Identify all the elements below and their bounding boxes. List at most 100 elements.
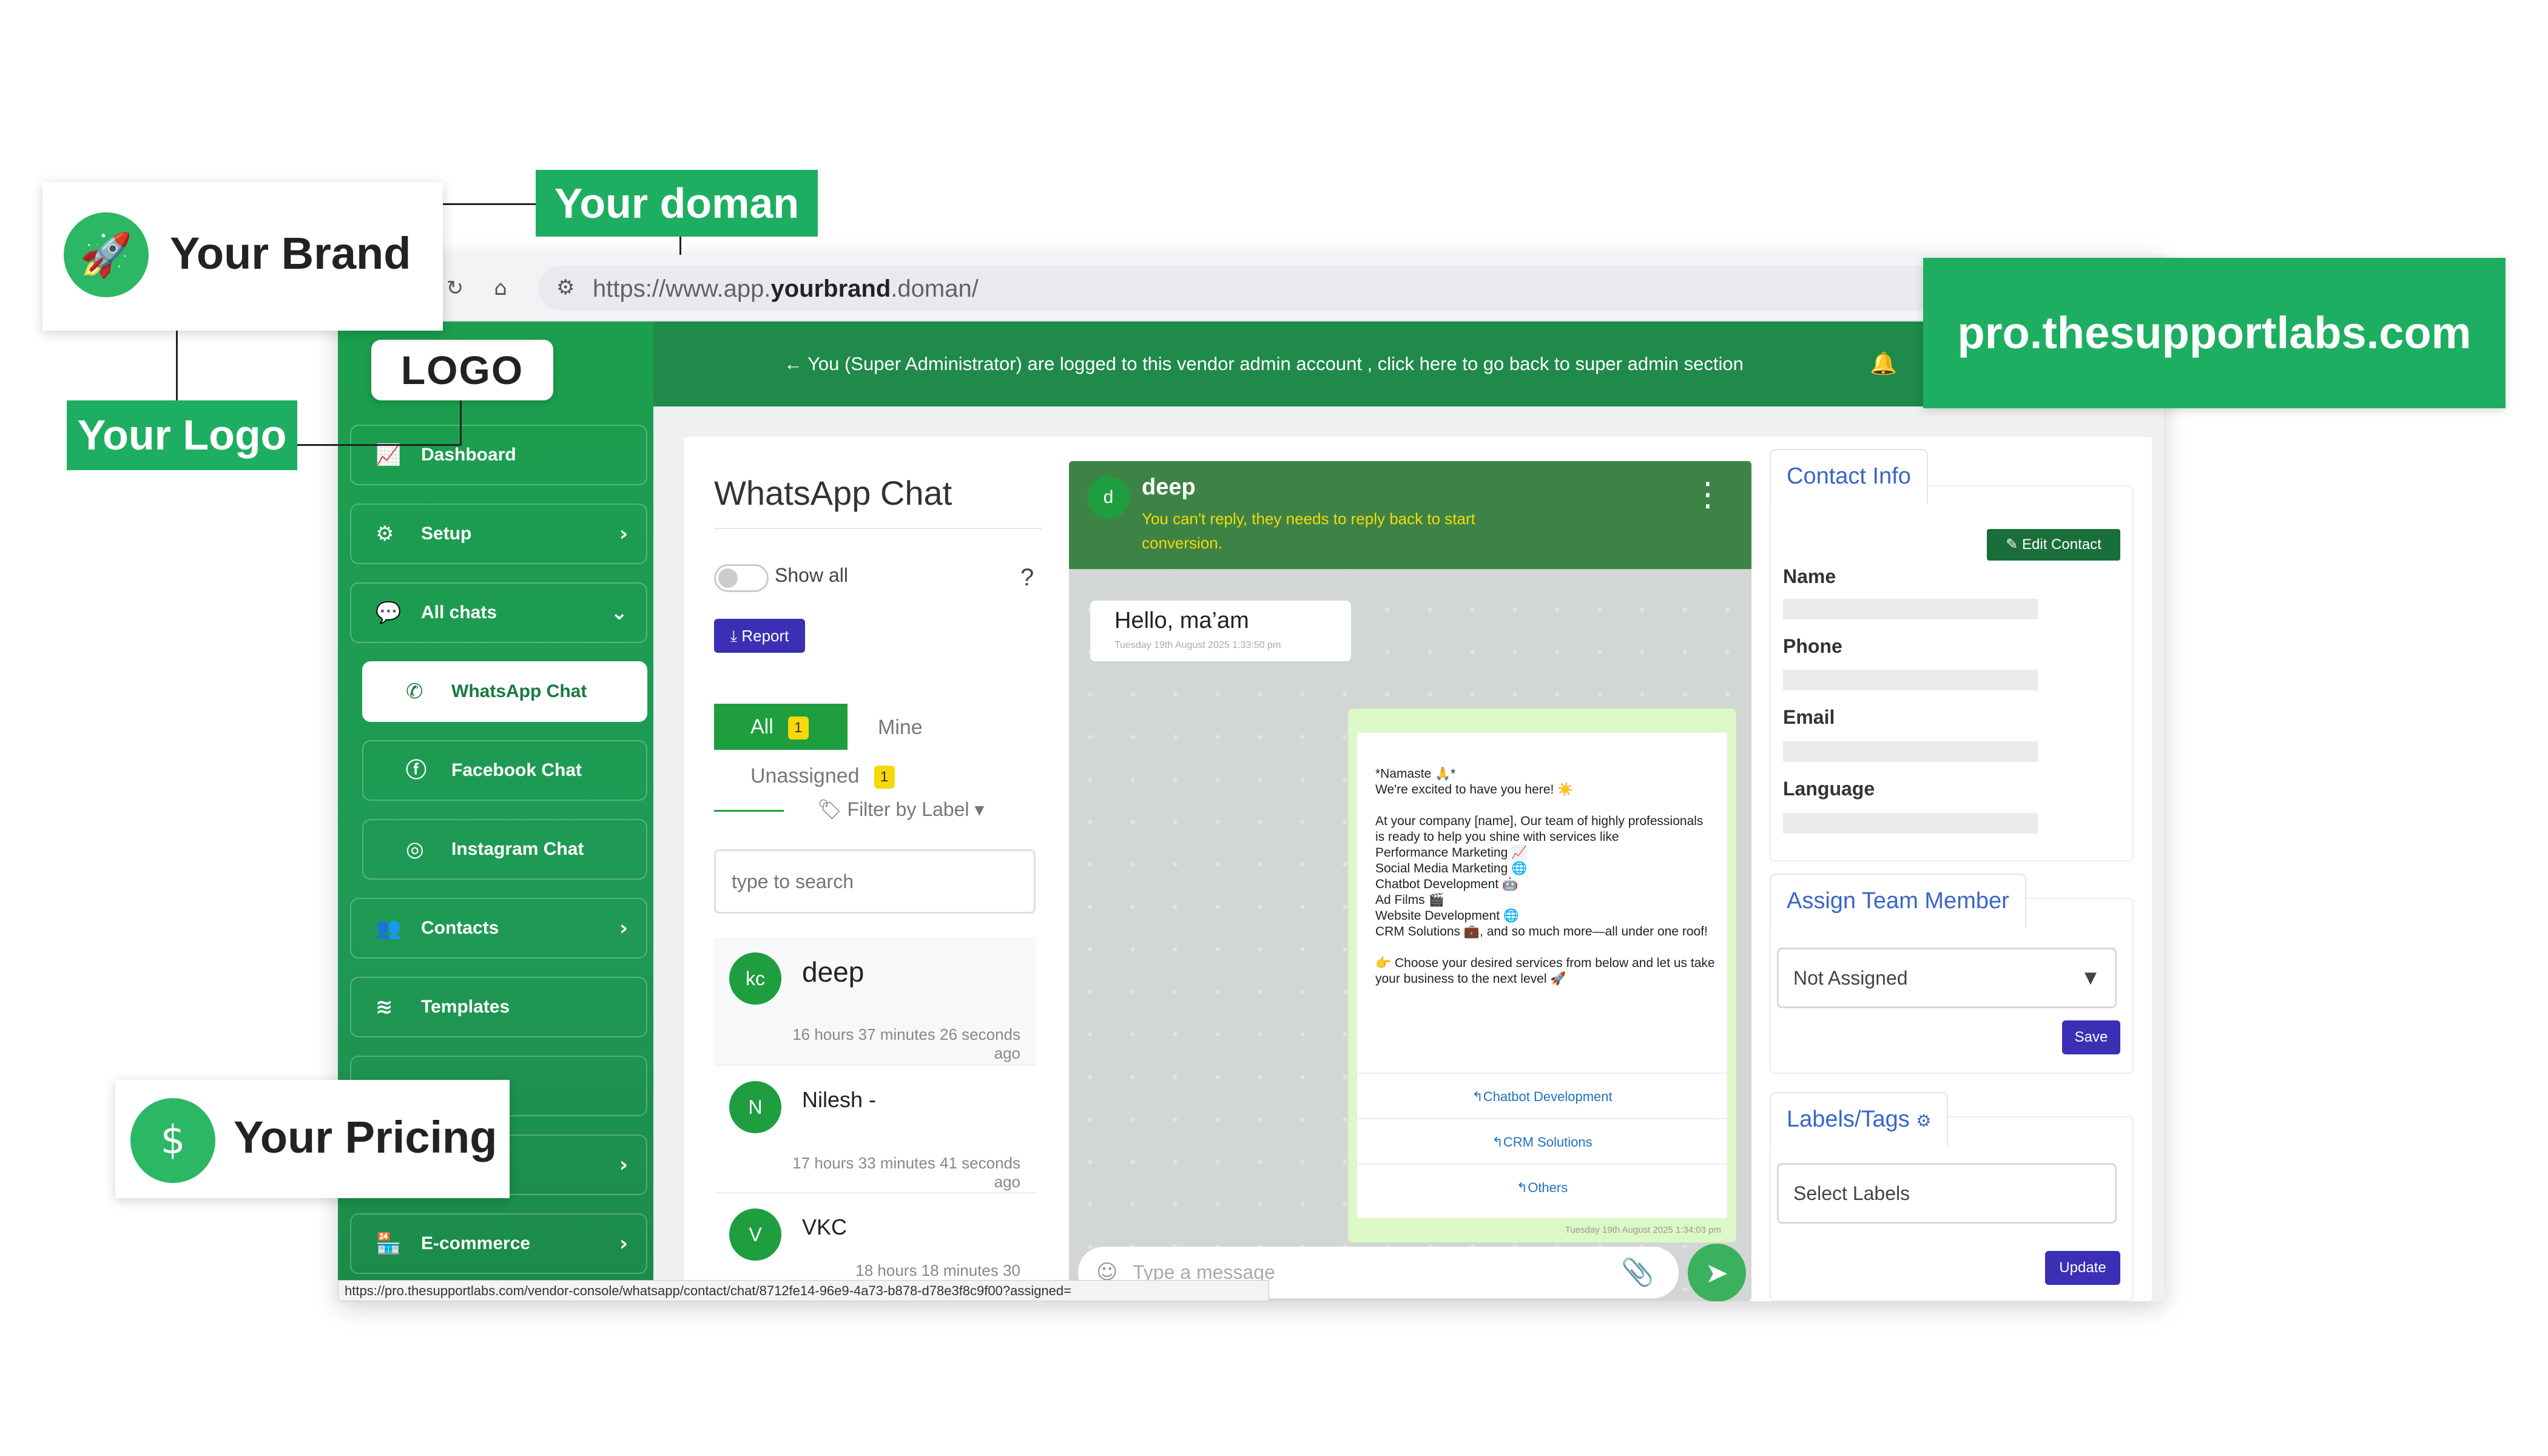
quick-reply-button[interactable]: ↰Others bbox=[1357, 1164, 1727, 1209]
chart-icon: 📈 bbox=[376, 443, 402, 467]
contact-info-card: ✎ Edit Contact Name Phone Email Language bbox=[1770, 485, 2134, 861]
avatar: kc bbox=[729, 952, 781, 1005]
chevron-right-icon: › bbox=[619, 1153, 628, 1177]
sidebar-item-label: Dashboard bbox=[421, 445, 516, 465]
status-bar-url: https://pro.thesupportlabs.com/vendor-co… bbox=[338, 1280, 1269, 1301]
reply-icon: ↰ bbox=[1492, 1134, 1503, 1150]
site-settings-icon[interactable]: ⚙ bbox=[556, 275, 575, 300]
chevron-right-icon: › bbox=[619, 916, 628, 940]
search-input[interactable] bbox=[714, 849, 1036, 914]
help-icon[interactable]: ? bbox=[1020, 564, 1034, 592]
rocket-icon: 🚀 bbox=[64, 212, 149, 297]
message-text: *Namaste 🙏* We're excited to have you he… bbox=[1375, 767, 1715, 986]
avatar: V bbox=[729, 1208, 781, 1261]
store-icon: 🏪 bbox=[376, 1232, 402, 1256]
connector-line bbox=[297, 444, 461, 446]
pricing-label: Your Pricing bbox=[234, 1112, 497, 1162]
field-label-phone: Phone bbox=[1783, 635, 1842, 657]
logo[interactable]: LOGO bbox=[371, 340, 553, 400]
download-icon: ⤓ bbox=[730, 627, 742, 645]
contact-row[interactable]: kc deep 16 hours 37 minutes 26 seconds a… bbox=[714, 937, 1036, 1065]
connector-line bbox=[176, 331, 178, 400]
reply-icon: ↰ bbox=[1472, 1089, 1483, 1104]
tab-labels-tags[interactable]: Labels/Tags ⚙ bbox=[1770, 1092, 1949, 1147]
users-icon: 👥 bbox=[376, 916, 402, 940]
chat-icon: 💬 bbox=[376, 601, 402, 625]
quick-reply-button[interactable]: ↰Chatbot Development bbox=[1357, 1073, 1727, 1118]
sidebar-item-label: Facebook Chat bbox=[451, 760, 582, 780]
conversation-panel: d deep You can't reply, they needs to re… bbox=[1069, 461, 1751, 1301]
address-url: https://www.app.yourbrand.doman/ bbox=[593, 275, 979, 302]
tag-icon: 🏷 bbox=[817, 798, 848, 820]
money-bag-icon: $ bbox=[130, 1098, 215, 1183]
update-button[interactable]: Update bbox=[2045, 1251, 2120, 1285]
report-button[interactable]: ⤓ Report bbox=[714, 619, 805, 653]
tab-unassigned[interactable]: Unassigned 1 bbox=[750, 764, 895, 789]
field-label-email: Email bbox=[1783, 706, 1835, 728]
contact-row[interactable]: N Nilesh - 17 hours 33 minutes 41 second… bbox=[714, 1065, 1036, 1192]
edit-contact-button[interactable]: ✎ Edit Contact bbox=[1987, 529, 2120, 561]
field-value-email bbox=[1783, 741, 2038, 762]
chat-list-panel: WhatsApp Chat Show all ? ⤓ Report All 1 M… bbox=[714, 461, 1042, 1301]
sidebar-item-all-chats[interactable]: 💬 All chats ⌄ bbox=[350, 582, 647, 643]
home-icon[interactable]: ⌂ bbox=[487, 274, 514, 302]
contact-time: 17 hours 33 minutes 41 seconds ago bbox=[792, 1154, 1020, 1191]
main-content: WhatsApp Chat Show all ? ⤓ Report All 1 M… bbox=[684, 437, 2152, 1301]
gear-icon: ⚙ bbox=[1916, 1111, 1932, 1130]
assign-team-member-select[interactable]: Not Assigned ▼ bbox=[1777, 948, 2117, 1008]
contact-name: Nilesh - bbox=[802, 1087, 877, 1112]
sidebar-item-dashboard[interactable]: 📈 Dashboard bbox=[350, 425, 647, 485]
quick-reply-button[interactable]: ↰CRM Solutions bbox=[1357, 1118, 1727, 1164]
more-options-icon[interactable]: ⋮ bbox=[1691, 476, 1724, 513]
sidebar-item-facebook-chat[interactable]: ⓕ Facebook Chat bbox=[362, 740, 647, 801]
tab-contact-info[interactable]: Contact Info bbox=[1770, 449, 1928, 504]
connector-line bbox=[443, 203, 536, 205]
show-all-toggle[interactable] bbox=[714, 564, 769, 592]
sidebar-item-label: Templates bbox=[421, 997, 510, 1017]
instagram-icon: ◎ bbox=[406, 837, 424, 861]
save-button[interactable]: Save bbox=[2062, 1020, 2120, 1054]
tab-mine[interactable]: Mine bbox=[878, 716, 923, 740]
address-bar[interactable]: ⚙ https://www.app.yourbrand.doman/ ☆ bbox=[538, 266, 2103, 311]
logo-callout: Your Logo bbox=[67, 400, 297, 470]
facebook-icon: ⓕ bbox=[406, 758, 426, 783]
field-label-language: Language bbox=[1783, 778, 1875, 800]
site-callout: pro.thesupportlabs.com bbox=[1923, 258, 2506, 408]
labels-select[interactable]: Select Labels bbox=[1777, 1163, 2117, 1224]
incoming-message: Hello, ma’am Tuesday 19th August 2025 1:… bbox=[1090, 601, 1351, 661]
arrow-left-icon: ← bbox=[784, 353, 808, 374]
count-badge: 1 bbox=[787, 716, 809, 740]
brand-callout: 🚀 Your Brand bbox=[42, 182, 443, 331]
contact-name: deep bbox=[802, 956, 864, 988]
sidebar-item-whatsapp-chat[interactable]: ✆ WhatsApp Chat bbox=[362, 661, 647, 722]
conversation-header: d deep You can't reply, they needs to re… bbox=[1069, 461, 1751, 569]
connector-line bbox=[679, 237, 681, 255]
avatar: N bbox=[729, 1081, 781, 1133]
sidebar-item-instagram-chat[interactable]: ◎ Instagram Chat bbox=[362, 819, 647, 880]
sidebar-item-setup[interactable]: ⚙ Setup › bbox=[350, 504, 647, 564]
page-title: WhatsApp Chat bbox=[714, 474, 952, 512]
reload-icon[interactable]: ↻ bbox=[441, 274, 469, 302]
tab-assign-team-member[interactable]: Assign Team Member bbox=[1770, 874, 2026, 928]
count-badge: 1 bbox=[874, 766, 895, 789]
avatar: d bbox=[1087, 476, 1130, 519]
chevron-down-icon: ⌄ bbox=[610, 601, 629, 625]
gear-icon: ⚙ bbox=[376, 522, 394, 546]
tab-all[interactable]: All 1 bbox=[714, 704, 848, 750]
sidebar-item-templates[interactable]: ≋ Templates bbox=[350, 977, 647, 1037]
sidebar-item-ecommerce[interactable]: 🏪 E-commerce › bbox=[350, 1213, 647, 1274]
reply-warning: You can't reply, they needs to reply bac… bbox=[1142, 510, 1475, 552]
chevron-right-icon: › bbox=[619, 1232, 628, 1256]
contact-info-panel: ✎ Edit Contact Name Phone Email Language… bbox=[1770, 449, 2140, 1301]
sidebar-item-contacts[interactable]: 👥 Contacts › bbox=[350, 898, 647, 959]
send-button[interactable]: ➤ bbox=[1688, 1244, 1746, 1301]
chevron-right-icon: › bbox=[619, 522, 628, 546]
filter-by-label-dropdown[interactable]: 🏷 Filter by Label ▾ bbox=[817, 798, 984, 821]
outgoing-message: *Namaste 🙏* We're excited to have you he… bbox=[1348, 709, 1736, 1242]
attachment-icon[interactable]: 📎 bbox=[1621, 1256, 1654, 1288]
message-time: Tuesday 19th August 2025 1:34:03 pm bbox=[1565, 1225, 1721, 1235]
sidebar-item-label: Setup bbox=[421, 524, 472, 544]
contact-time: 16 hours 37 minutes 26 seconds ago bbox=[792, 1025, 1020, 1062]
pricing-callout: $ Your Pricing bbox=[115, 1080, 510, 1198]
bell-icon[interactable]: 🔔 bbox=[1870, 322, 1897, 406]
